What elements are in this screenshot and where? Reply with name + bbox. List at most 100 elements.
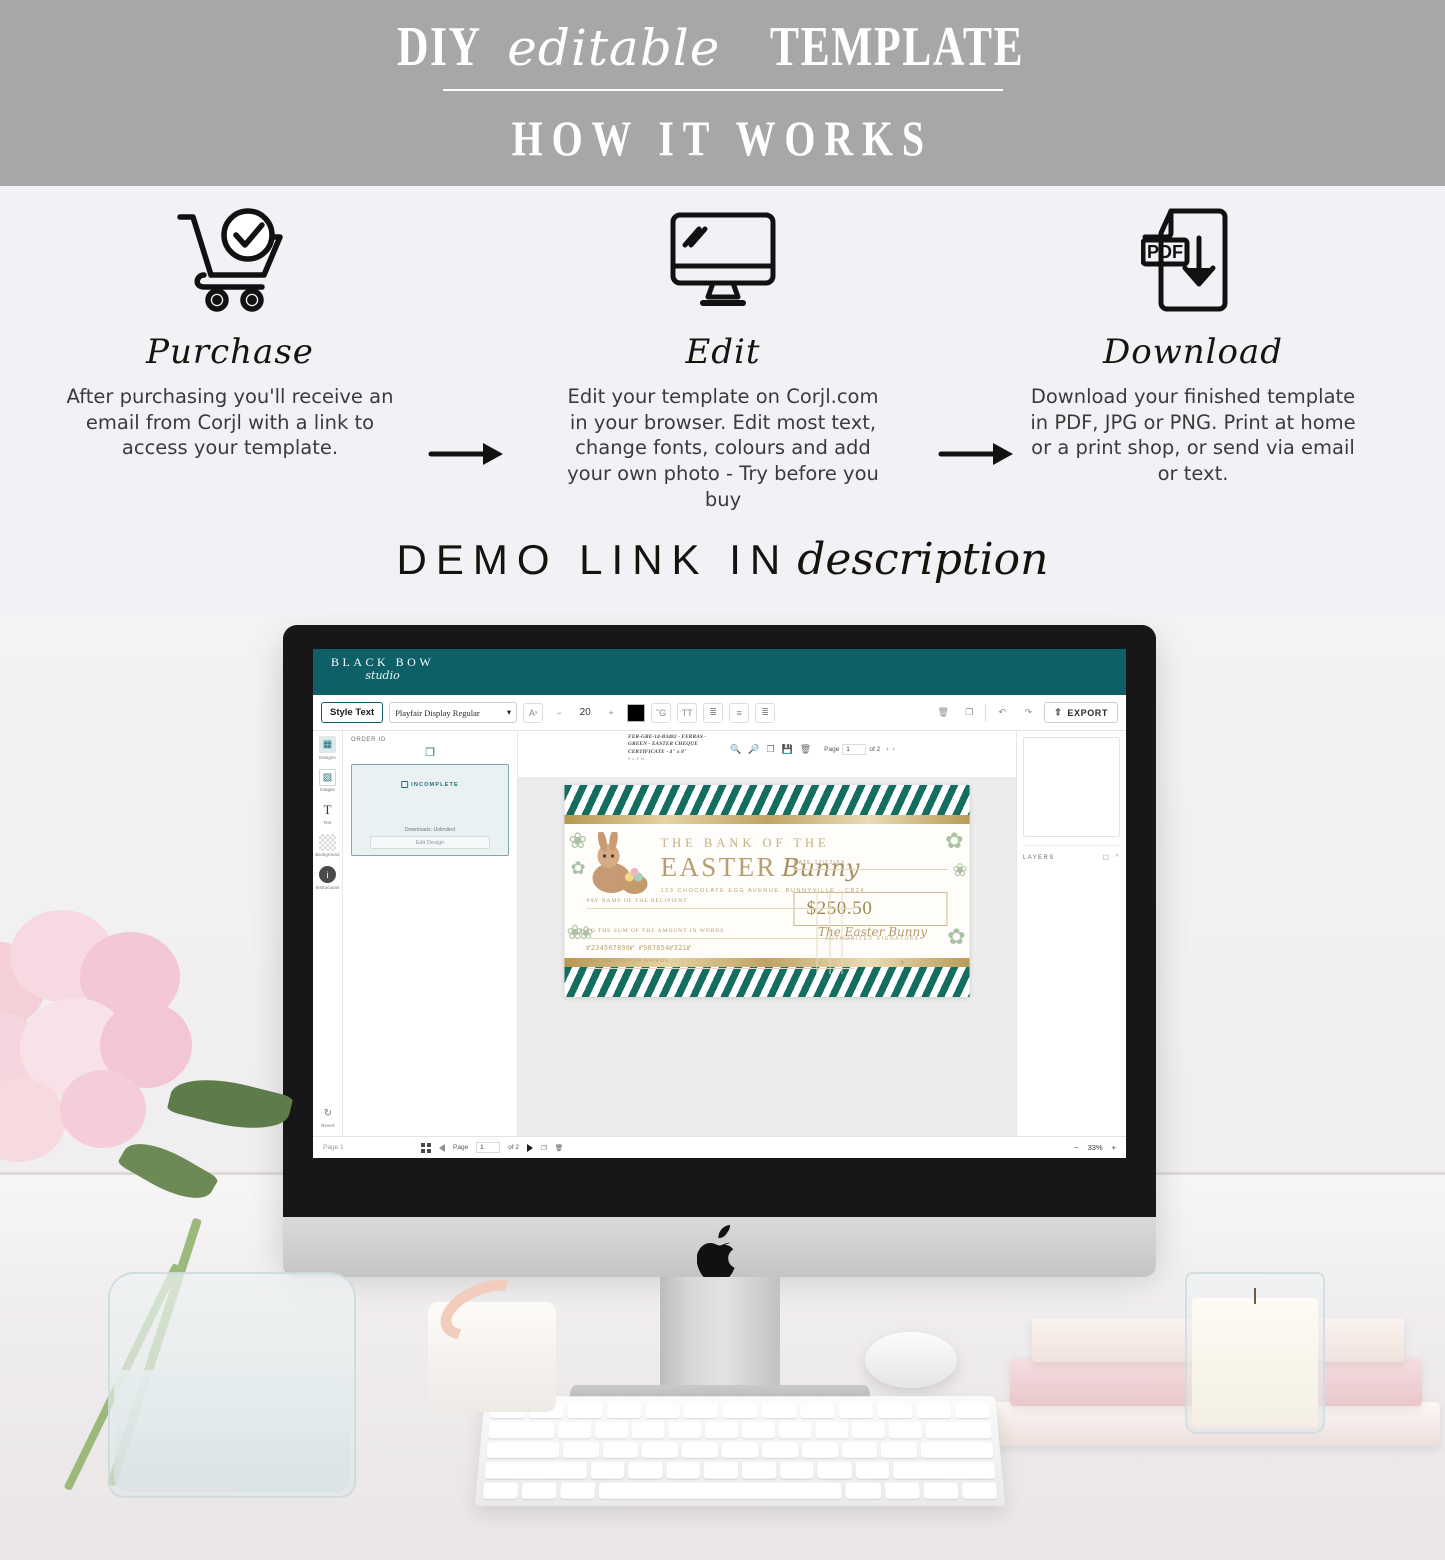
stripe-band-top [564, 785, 970, 815]
magic-keyboard [474, 1396, 1006, 1506]
sidebar-label-designs: Designs [319, 754, 336, 760]
pdf-download-icon: PDF [1028, 200, 1358, 320]
zoom-out-icon[interactable]: 🔎 [748, 744, 759, 755]
font-size-increase-button[interactable]: + [601, 702, 622, 723]
keyboard-row [484, 1461, 996, 1479]
cheque-pay-line[interactable]: PAY NAME OF THE RECIPIENT [586, 898, 855, 909]
font-family-select[interactable]: Playfair Display Regular ▾ [389, 702, 518, 723]
delete-page-icon[interactable]: 🗑 [800, 744, 811, 755]
canvas-page-nav: ‹ › [886, 746, 895, 753]
canvas-next-page-icon[interactable]: › [893, 746, 895, 753]
layers-collapse-chevron-icon[interactable]: ^ [1115, 854, 1120, 862]
sidebar-item-text[interactable]: T Text [313, 801, 343, 825]
eucalyptus-leaf-1: ❀ [568, 828, 587, 853]
redo-icon[interactable]: ↷ [1018, 702, 1039, 723]
layers-actions: ☐ ^ [1103, 854, 1120, 862]
sidebar-label-instructions: Instructions [315, 884, 340, 890]
canvas-page-control: Page 1 of 2 ‹ › [824, 744, 895, 755]
brand-name: BLACK BOW [331, 655, 435, 669]
statusbar-delete-icon[interactable]: 🗑 [555, 1144, 563, 1152]
font-size-stepper[interactable]: − 20 + [549, 702, 622, 723]
strikethrough-icon[interactable]: ˘G [651, 702, 672, 723]
canvas-page-input[interactable]: 1 [842, 744, 867, 755]
step-edit-title: Edit [685, 332, 761, 372]
line-height-icon[interactable]: ≣ [755, 702, 776, 723]
canvas-area: FER-GRE-14-B3482 - FERRAS - GREEN - EAST… [518, 731, 1016, 1136]
toolbar-divider [985, 703, 987, 722]
export-button[interactable]: ⇧ EXPORT [1044, 702, 1118, 723]
duplicate-icon[interactable]: ❐ [959, 702, 980, 723]
bunny-illustration [592, 832, 648, 894]
sidebar-item-designs[interactable]: ▦ Designs [313, 736, 343, 760]
vase-water [114, 1370, 350, 1492]
app-header: BLACK BOW studio [313, 649, 1126, 695]
stripe-band-bottom [564, 967, 970, 997]
gold-band-top [564, 815, 970, 824]
font-size-decrease-button[interactable]: − [549, 702, 570, 723]
delete-icon[interactable]: 🗑 [933, 702, 954, 723]
svg-text:PDF: PDF [1147, 242, 1183, 262]
zoom-in-icon[interactable]: 🔍 [730, 744, 741, 755]
cheque-words-line[interactable]: THE AMOUNT IN WORDS [586, 958, 855, 969]
zoom-out-button[interactable]: − [1074, 1143, 1078, 1152]
sidebar-label-images: Images [320, 787, 335, 792]
vertical-align-icon[interactable]: ≣ [703, 702, 724, 723]
page-thumbnail[interactable] [1023, 737, 1120, 837]
cheque-face: ❀ ✿ ❀ ✿ ❀ ✿ ❀ THE BANK OF THE EASTER Bun… [564, 824, 970, 974]
chevron-down-icon: ▾ [506, 707, 512, 717]
panel-expand-chevron-icon[interactable]: › [901, 957, 904, 968]
statusbar-duplicate-icon[interactable]: ❐ [541, 1144, 547, 1152]
revert-label: Revert [321, 1123, 335, 1128]
font-size-value[interactable]: 20 [572, 707, 598, 718]
grid-view-icon[interactable] [421, 1142, 431, 1153]
text-case-icon[interactable]: TT [677, 702, 698, 723]
zoom-in-button[interactable]: + [1112, 1143, 1116, 1152]
canvas-page-label: Page [824, 746, 840, 753]
pink-hydrangea-flowers [0, 902, 240, 1172]
sidebar-item-instructions[interactable]: i Instructions [313, 866, 343, 890]
editor-sidebar-rail: ▦ Designs ▧ Images T Text Background i I… [313, 731, 343, 1136]
candle-wax [1192, 1298, 1318, 1427]
design-card[interactable]: INCOMPLETE Downloads: Unlimited Edit Des… [351, 764, 509, 856]
style-text-button[interactable]: Style Text [321, 702, 384, 723]
statusbar-page-label: Page [453, 1144, 469, 1151]
right-panel: LAYERS ☐ ^ [1016, 731, 1126, 1136]
bank-top-text: THE BANK OF THE [660, 836, 830, 850]
images-icon: ▧ [319, 768, 336, 786]
designs-panel: ORDER ID ❐ INCOMPLETE Downloads: Unlimit… [343, 731, 518, 1136]
step-download-body: Download your finished template in PDF, … [1030, 385, 1356, 486]
save-page-icon[interactable]: 💾 [782, 744, 793, 755]
duplicate-design-icon[interactable]: ❐ [351, 746, 509, 759]
edit-design-button[interactable]: Edit Design [370, 836, 490, 849]
cheque-design[interactable]: ❀ ✿ ❀ ✿ ❀ ✿ ❀ THE BANK OF THE EASTER Bun… [564, 785, 970, 997]
upload-icon: ⇧ [1054, 707, 1063, 717]
product-photo-scene: BLACK BOW studio Style Text Playfair Dis… [0, 612, 1445, 1560]
letter-spacing-horizontal-icon[interactable]: ≡ [729, 702, 750, 723]
undo-icon[interactable]: ↶ [992, 702, 1013, 723]
arrow-right-icon-2 [935, 434, 1025, 474]
letter-spacing-icon[interactable]: Ax [523, 702, 544, 723]
copy-page-icon[interactable]: ❐ [766, 744, 774, 755]
status-badge: INCOMPLETE [401, 781, 459, 788]
prev-page-icon[interactable] [439, 1143, 445, 1152]
layers-add-icon[interactable]: ☐ [1103, 854, 1111, 862]
canvas-prev-page-icon[interactable]: ‹ [886, 746, 888, 753]
desktop-monitor-icon [558, 200, 888, 320]
sidebar-item-images[interactable]: ▧ Images [313, 768, 343, 792]
demo-script-text: description [797, 534, 1049, 585]
statusbar-page-input[interactable]: 1 [476, 1142, 501, 1153]
next-page-icon[interactable] [527, 1143, 534, 1152]
keyboard-row [482, 1482, 998, 1499]
how-it-works-steps: Purchase After purchasing you'll receive… [0, 186, 1445, 516]
export-label: EXPORT [1067, 707, 1108, 718]
revert-button[interactable]: ↻ Revert [313, 1105, 343, 1129]
step-download-title: Download [1102, 332, 1284, 372]
text-color-swatch[interactable] [627, 703, 646, 722]
sidebar-item-background[interactable]: Background [313, 833, 343, 857]
statusbar-page-of: of 2 [508, 1144, 520, 1151]
status-badge-icon [401, 781, 409, 788]
cheque-date-field[interactable]: DATE 12/12/XX [793, 860, 948, 870]
candle-in-glass [1185, 1272, 1325, 1434]
header-banner: DIY editable TEMPLATE HOW IT WORKS [0, 0, 1445, 186]
keyboard-row [488, 1422, 992, 1439]
